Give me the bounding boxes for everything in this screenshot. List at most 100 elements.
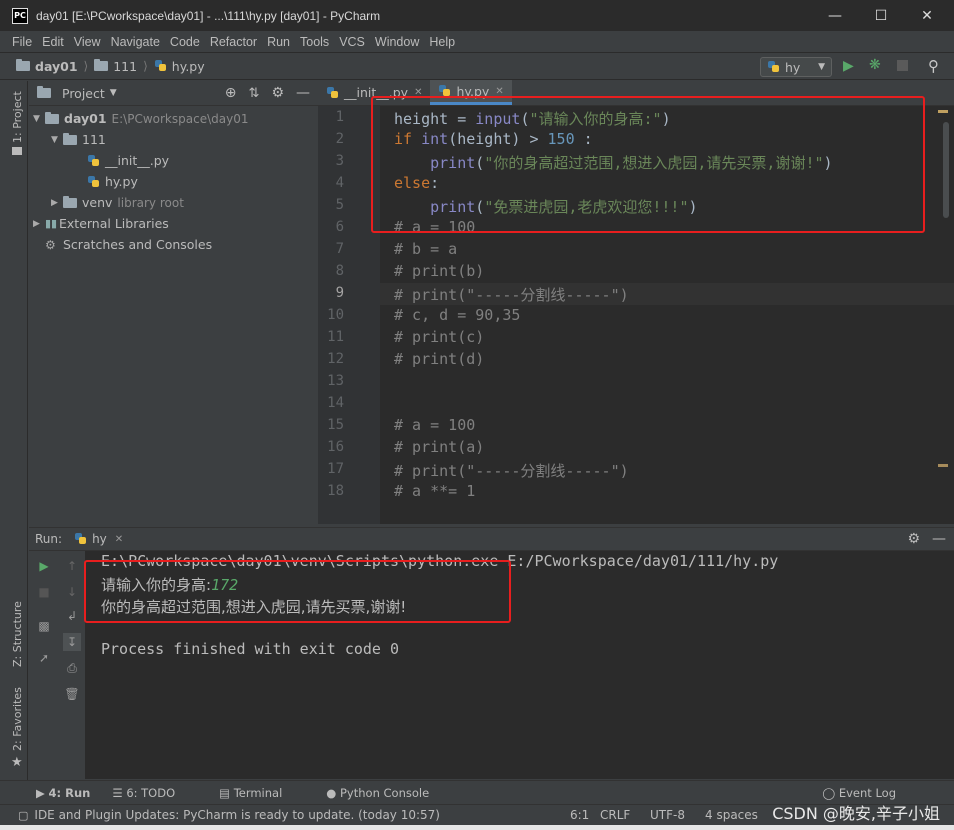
code-line: # print(d) <box>394 350 485 368</box>
tree-item-111[interactable]: ▼ 111 <box>29 129 318 150</box>
chevron-down-icon: ▼ <box>818 62 825 72</box>
minimize-button[interactable]: — <box>812 0 858 31</box>
run-button[interactable]: ▶ <box>843 58 854 74</box>
breadcrumb-day01[interactable]: day01 <box>16 59 78 74</box>
tree-item-init[interactable]: __init__.py <box>29 150 318 171</box>
tab-structure-side[interactable]: Z: Structure <box>11 601 24 667</box>
close-icon[interactable]: ✕ <box>495 86 503 97</box>
layout-icon[interactable]: ▩ <box>37 619 51 633</box>
stop-icon[interactable] <box>897 60 908 71</box>
search-icon[interactable]: ⚲ <box>928 57 939 75</box>
code-highlight-box <box>371 96 925 233</box>
indent-setting[interactable]: 4 spaces <box>705 808 758 822</box>
line-number: 5 <box>335 197 344 213</box>
hide-icon[interactable]: — <box>296 85 310 101</box>
line-number: 11 <box>327 329 344 345</box>
tab-run[interactable]: ▶ 4: Run <box>36 786 90 800</box>
line-number: 4 <box>335 175 344 191</box>
rerun-icon[interactable]: ▶ <box>37 559 51 573</box>
project-panel: Project ▼ ⊕ ⇅ ⚙ — ▼ day01 E:\PCworkspace… <box>29 81 318 524</box>
pin-icon[interactable]: ➚ <box>37 651 51 665</box>
editor-scrollbar[interactable] <box>943 122 949 218</box>
cursor-position[interactable]: 6:1 <box>570 808 589 822</box>
event-log-button[interactable]: ◯ Event Log <box>822 786 918 800</box>
expand-arrow-icon[interactable]: ▼ <box>33 114 45 124</box>
scroll-to-end-icon[interactable]: ↧ <box>63 633 81 651</box>
menu-vcs[interactable]: VCS <box>339 35 365 49</box>
folder-icon <box>94 59 109 71</box>
tree-item-venv[interactable]: ▶ venv library root <box>29 192 318 213</box>
folder-icon <box>16 59 30 71</box>
print-icon[interactable]: ⎙ <box>65 661 79 675</box>
tab-favorites-side[interactable]: 2: Favorites <box>11 687 24 751</box>
console-exit-message: Process finished with exit code 0 <box>101 640 400 658</box>
menu-view[interactable]: View <box>74 35 101 49</box>
down-arrow-icon[interactable]: ↓ <box>65 585 79 599</box>
tree-item-external-libraries[interactable]: ▶ ▮▮ External Libraries <box>29 213 318 234</box>
trash-icon[interactable]: 🗑 <box>64 687 79 701</box>
line-number: 10 <box>327 307 344 323</box>
line-number: 3 <box>335 153 344 169</box>
stop-icon[interactable]: ■ <box>37 585 51 599</box>
collapse-icon[interactable]: ⇅ <box>249 86 260 101</box>
up-arrow-icon[interactable]: ↑ <box>65 559 79 573</box>
tree-item-scratches[interactable]: ⚙ Scratches and Consoles <box>29 234 318 255</box>
menu-refactor[interactable]: Refactor <box>210 35 257 49</box>
run-configuration-select[interactable]: hy ▼ <box>760 57 832 77</box>
menu-bar: File Edit View Navigate Code Refactor Ru… <box>0 31 954 53</box>
code-line: # a **= 1 <box>394 482 476 500</box>
hide-icon[interactable]: — <box>932 531 946 547</box>
line-number: 9 <box>335 285 344 301</box>
menu-code[interactable]: Code <box>170 35 200 49</box>
menu-file[interactable]: File <box>12 35 32 49</box>
menu-help[interactable]: Help <box>429 35 455 49</box>
window-title: day01 [E:\PCworkspace\day01] - ...\111\h… <box>36 8 381 23</box>
run-toolbar: ▶ ■ ▩ ➚ ↑ ↓ ↲ ↧ ⎙ 🗑 <box>29 551 85 779</box>
close-button[interactable]: ✕ <box>904 0 950 31</box>
python-file-icon <box>74 532 88 546</box>
python-file-icon <box>87 175 101 189</box>
tab-project-side[interactable]: 1: Project <box>11 91 24 143</box>
python-file-icon <box>326 86 340 100</box>
line-separator[interactable]: CRLF <box>600 808 630 822</box>
code-line: # print("-----分割线-----") <box>394 462 629 480</box>
menu-run[interactable]: Run <box>267 35 290 49</box>
target-icon[interactable]: ⊕ <box>225 85 237 101</box>
status-message[interactable]: IDE and Plugin Updates: PyCharm is ready… <box>34 808 440 822</box>
gear-icon[interactable]: ⚙ <box>271 85 284 101</box>
project-header: Project ▼ ⊕ ⇅ ⚙ — <box>29 81 318 106</box>
code-line: # print(c) <box>394 328 485 346</box>
collapse-arrow-icon[interactable]: ▶ <box>51 198 63 208</box>
run-tab-hy[interactable]: hy <box>92 532 107 546</box>
collapse-arrow-icon[interactable]: ▶ <box>33 219 45 229</box>
breadcrumb-111[interactable]: 111 <box>94 59 137 74</box>
tab-python-console[interactable]: ● Python Console <box>326 786 451 800</box>
maximize-button[interactable]: ☐ <box>858 0 904 31</box>
gear-icon[interactable]: ⚙ <box>907 531 920 547</box>
chevron-down-icon[interactable]: ▼ <box>110 88 117 98</box>
tab-terminal[interactable]: ▤ Terminal <box>219 786 304 800</box>
debug-icon[interactable]: ❋ <box>869 57 881 73</box>
tree-item-day01[interactable]: ▼ day01 E:\PCworkspace\day01 <box>29 108 318 129</box>
breadcrumb-separator-icon: ⟩ <box>143 59 148 73</box>
tree-item-hy[interactable]: hy.py <box>29 171 318 192</box>
breadcrumb-hy[interactable]: hy.py <box>154 59 205 74</box>
soft-wrap-icon[interactable]: ↲ <box>65 609 79 623</box>
pycharm-icon: PC <box>12 7 28 24</box>
file-encoding[interactable]: UTF-8 <box>650 808 685 822</box>
line-number: 14 <box>327 395 344 411</box>
left-tool-strip: 1: Project Z: Structure 2: Favorites ★ <box>7 81 28 781</box>
menu-tools[interactable]: Tools <box>300 35 329 49</box>
menu-navigate[interactable]: Navigate <box>111 35 160 49</box>
python-file-icon <box>154 59 168 73</box>
scroll-marker <box>938 110 948 113</box>
breadcrumb-separator-icon: ⟩ <box>83 59 89 73</box>
project-icon <box>37 86 51 98</box>
menu-edit[interactable]: Edit <box>42 35 64 49</box>
close-icon[interactable]: ✕ <box>115 534 123 545</box>
scratches-icon: ⚙ <box>45 237 56 252</box>
menu-window[interactable]: Window <box>375 35 419 49</box>
code-line: # print(b) <box>394 262 485 280</box>
expand-arrow-icon[interactable]: ▼ <box>51 135 63 145</box>
tab-todo[interactable]: ☰ 6: TODO <box>112 786 197 800</box>
